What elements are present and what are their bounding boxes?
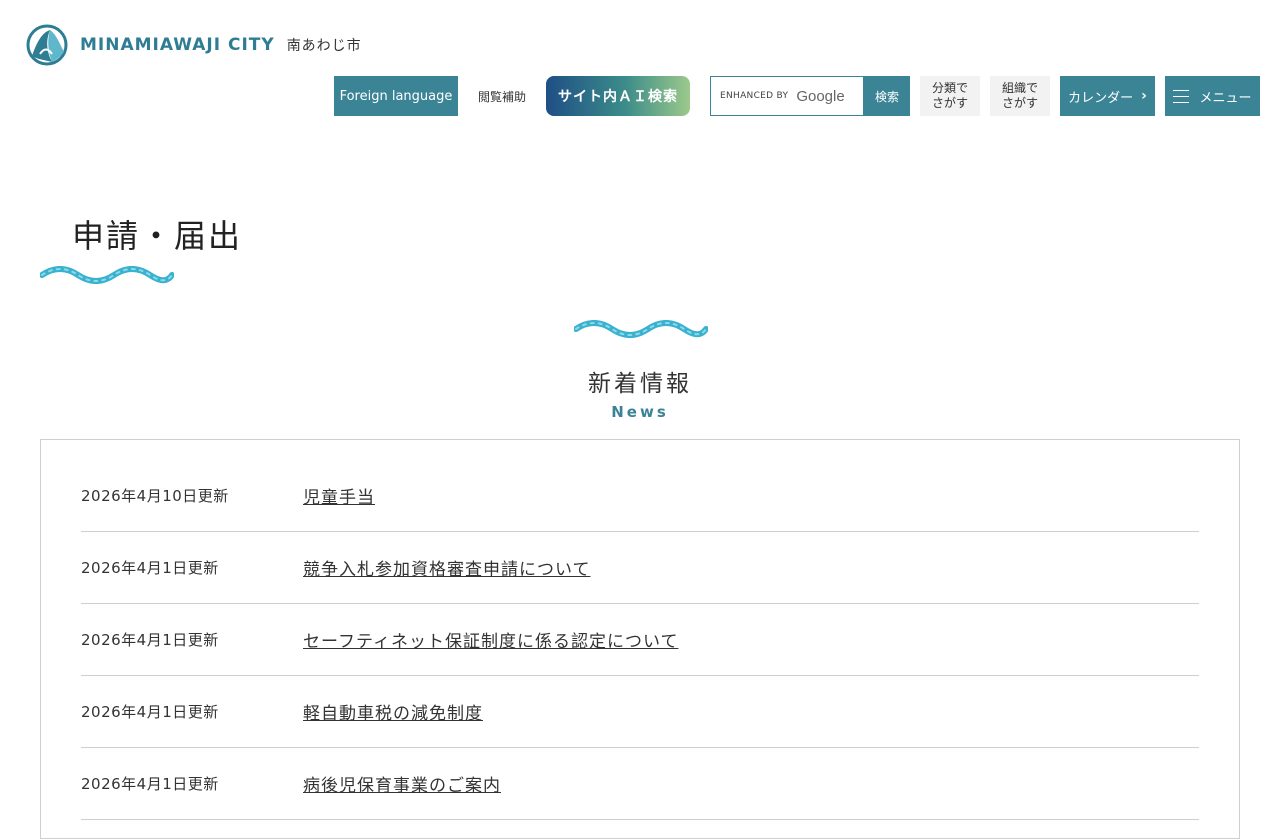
foreign-language-button[interactable]: Foreign language [334, 76, 458, 116]
news-link[interactable]: 軽自動車税の減免制度 [303, 699, 483, 724]
news-link[interactable]: 児童手当 [303, 483, 375, 508]
organization-search-label-1: 組織で [1001, 81, 1038, 95]
category-search-label-1: 分類で [931, 81, 968, 95]
organization-search-label-2: さがす [1001, 96, 1038, 110]
news-item: 2026年4月1日更新 軽自動車税の減免制度 [81, 676, 1199, 748]
chevron-right-icon: › [1141, 88, 1147, 104]
news-link[interactable]: 競争入札参加資格審査申請について [303, 555, 591, 580]
hamburger-menu-icon [1173, 89, 1190, 103]
news-date: 2026年4月1日更新 [81, 559, 219, 577]
accessibility-link[interactable]: 閲覧補助 [478, 76, 526, 116]
news-date: 2026年4月1日更新 [81, 775, 219, 793]
logo-text-ja: 南あわじ市 [286, 38, 362, 54]
organization-search-button[interactable]: 組織で さがす [990, 76, 1050, 116]
news-item: 2026年4月1日更新 セーフティネット保証制度に係る認定について [81, 604, 1199, 676]
calendar-button[interactable]: カレンダー › [1060, 76, 1155, 116]
google-label: Google [796, 87, 845, 105]
news-item: 2026年4月1日更新 競争入札参加資格審査申請について [81, 532, 1199, 604]
news-list: 2026年4月10日更新 児童手当 2026年4月1日更新 競争入札参加資格審査… [81, 460, 1199, 820]
menu-button[interactable]: メニュー [1165, 76, 1260, 116]
search-enhanced-label: ENHANCED BY [720, 91, 789, 101]
news-item: 2026年4月10日更新 児童手当 [81, 460, 1199, 532]
wave-decoration-icon [40, 266, 174, 284]
news-link[interactable]: セーフティネット保証制度に係る認定について [303, 627, 678, 652]
news-section-title: 新着情報 [588, 371, 692, 397]
news-date: 2026年4月1日更新 [81, 703, 219, 721]
wave-decoration-icon [574, 320, 708, 338]
site-search-input[interactable]: ENHANCED BY Google [710, 76, 864, 116]
category-search-button[interactable]: 分類で さがす [920, 76, 980, 116]
category-search-label-2: さがす [931, 96, 968, 110]
logo-text-en: MINAMIAWAJI CITY [80, 35, 275, 55]
news-date: 2026年4月10日更新 [81, 487, 229, 505]
calendar-label: カレンダー [1068, 90, 1134, 106]
search-button[interactable]: 検索 [864, 76, 910, 116]
menu-label: メニュー [1199, 90, 1252, 106]
news-link[interactable]: 病後児保育事業のご案内 [303, 771, 501, 796]
news-section-subtitle: News [611, 403, 669, 421]
page-title: 申請・届出 [72, 217, 243, 255]
city-logo-icon [26, 24, 68, 66]
city-logo[interactable]: MINAMIAWAJI CITY 南あわじ市 [26, 24, 362, 66]
news-date: 2026年4月1日更新 [81, 631, 219, 649]
news-panel: 2026年4月10日更新 児童手当 2026年4月1日更新 競争入札参加資格審査… [40, 439, 1240, 839]
news-item: 2026年4月1日更新 病後児保育事業のご案内 [81, 748, 1199, 820]
ai-search-button[interactable]: サイト内ＡＩ検索 [546, 76, 690, 116]
